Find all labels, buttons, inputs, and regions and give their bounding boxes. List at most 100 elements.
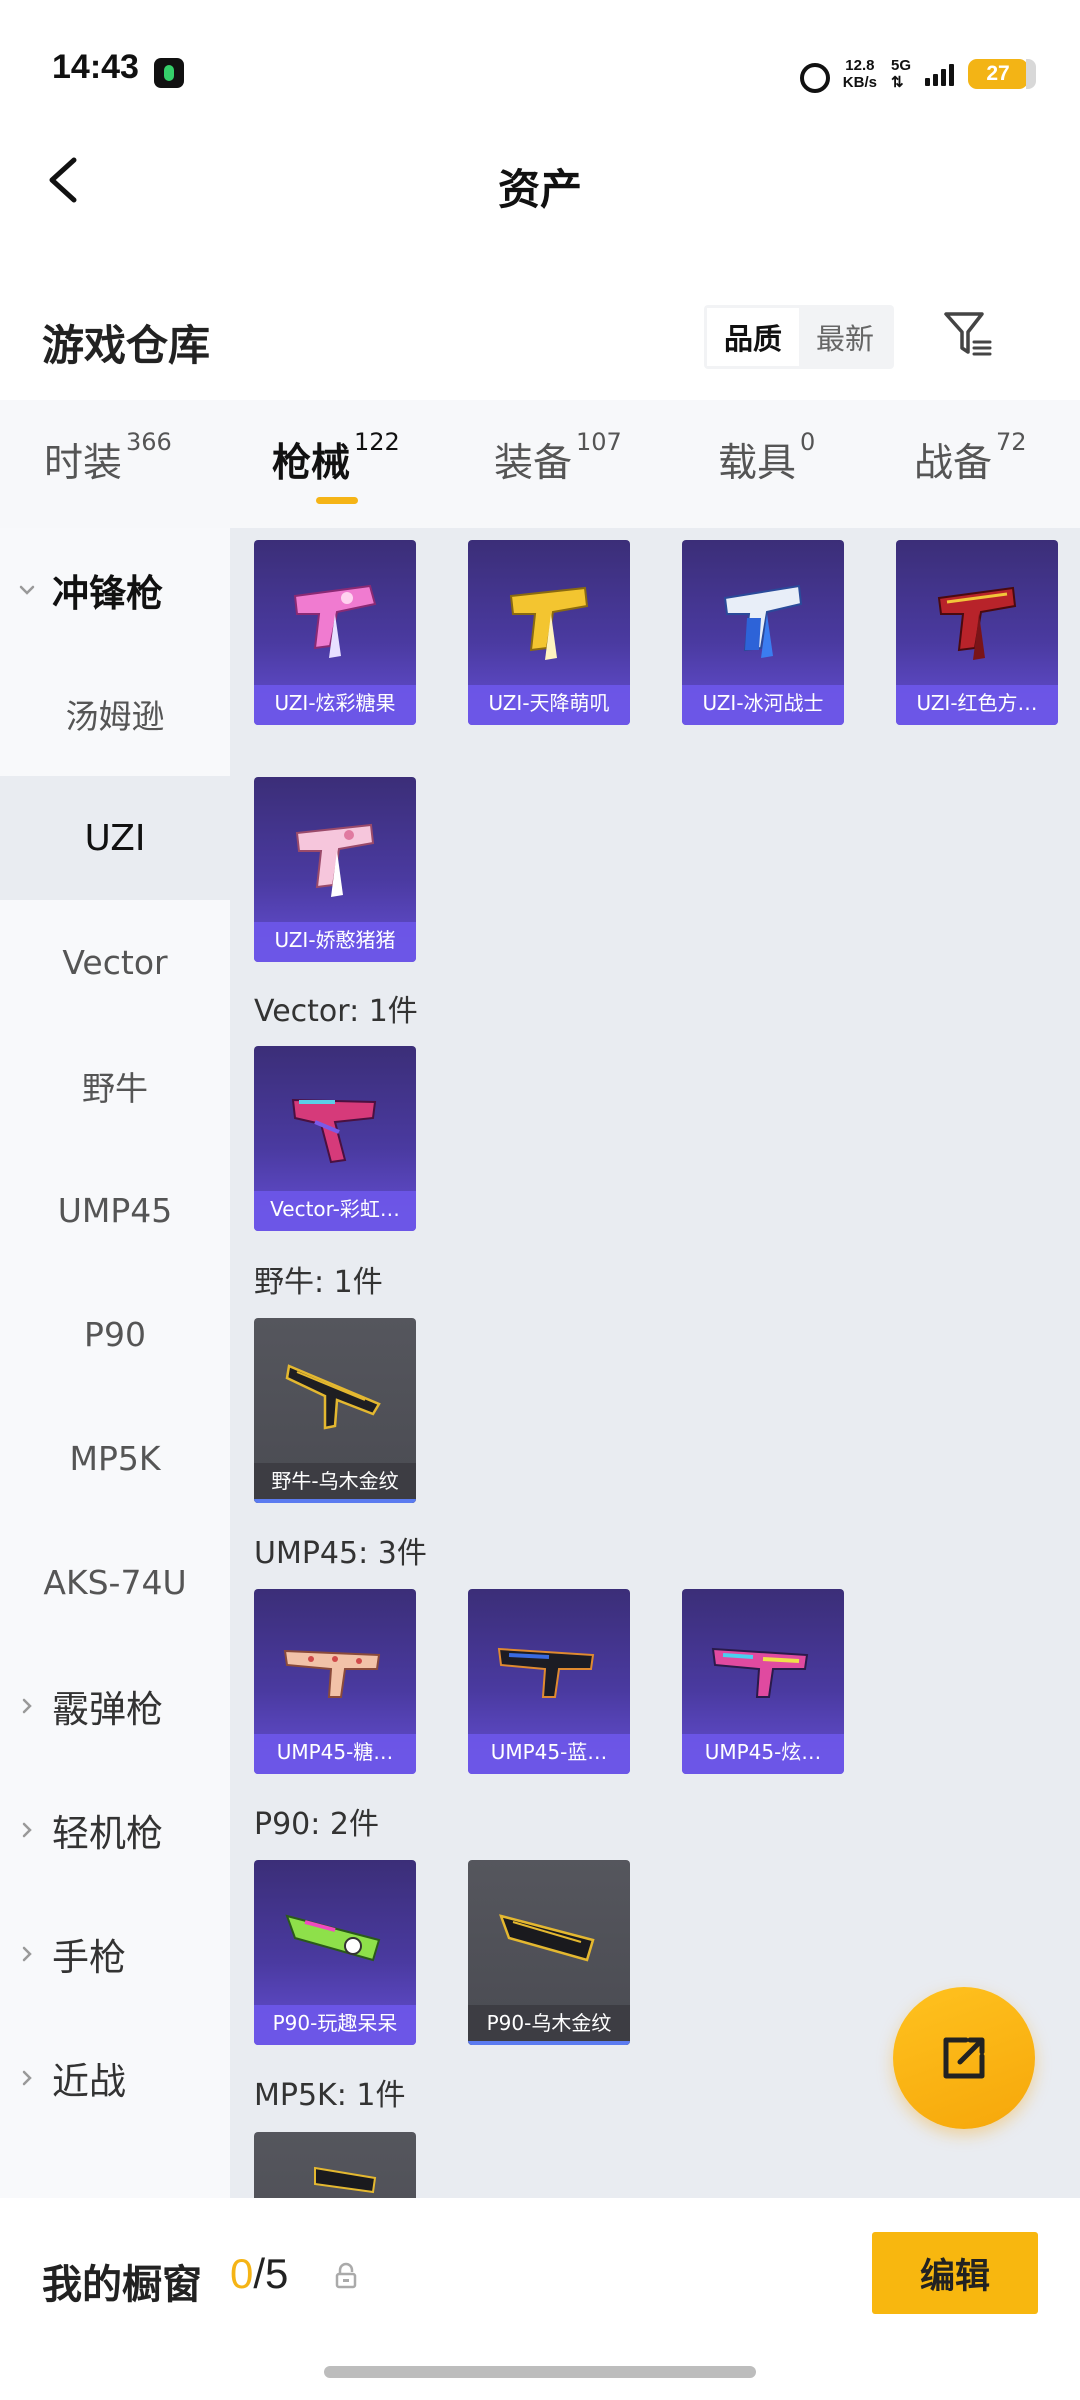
showcase-label: 我的橱窗 bbox=[42, 2262, 202, 2308]
item-name: P90-乌木金纹 bbox=[468, 2005, 630, 2045]
net-speed-value: 12.8 bbox=[845, 57, 875, 74]
showcase-current: 0 bbox=[230, 2250, 254, 2297]
nav-item-aks74u[interactable]: AKS-74U bbox=[0, 1520, 230, 1644]
nav-label: 冲锋枪 bbox=[52, 572, 163, 615]
smg-skin-image bbox=[497, 1647, 595, 1698]
item-name: P90-玩趣呆呆 bbox=[254, 2005, 416, 2045]
tab-label: 装备 bbox=[494, 441, 573, 486]
share-external-icon bbox=[943, 2037, 985, 2079]
nav-label: MP5K bbox=[69, 1438, 161, 1478]
item-card[interactable]: UZI-娇憨猪猪 bbox=[254, 777, 416, 962]
item-name: UZI-天降萌叽 bbox=[468, 685, 630, 725]
smg-skin-image bbox=[291, 1098, 377, 1164]
alarm-icon bbox=[795, 57, 830, 93]
tab-equipment[interactable]: 装备 107 bbox=[494, 428, 622, 492]
sort-newest-button[interactable]: 最新 bbox=[799, 308, 891, 366]
share-button[interactable] bbox=[893, 1987, 1035, 2129]
item-name: UZI-红色方… bbox=[896, 685, 1058, 725]
section-title: 游戏仓库 bbox=[42, 321, 211, 370]
item-name: UMP45-蓝… bbox=[468, 1734, 630, 1774]
smg-skin-image bbox=[285, 1364, 381, 1430]
nav-item-p90[interactable]: P90 bbox=[0, 1272, 230, 1396]
smg-skin-image bbox=[711, 1647, 809, 1698]
tab-fashion[interactable]: 时装 366 bbox=[44, 428, 172, 492]
edit-button[interactable]: 编辑 bbox=[872, 2232, 1038, 2314]
smg-skin-image bbox=[285, 1914, 381, 1962]
nav-label: 轻机枪 bbox=[52, 1812, 163, 1855]
tab-firearms[interactable]: 枪械 122 bbox=[272, 428, 400, 492]
tab-tactical[interactable]: 战备 72 bbox=[914, 428, 1027, 492]
status-icons: 12.8 KB/s 5G ⇅ 27 bbox=[795, 52, 1036, 96]
tab-label: 枪械 bbox=[272, 441, 351, 486]
chevron-right-icon bbox=[22, 2070, 32, 2086]
tab-count: 72 bbox=[996, 428, 1027, 456]
net-speed-unit: KB/s bbox=[842, 74, 877, 91]
nav-group-melee[interactable]: 近战 bbox=[0, 2016, 230, 2140]
item-card[interactable]: 野牛-乌木金纹 bbox=[254, 1318, 416, 1503]
nav-item-ump45[interactable]: UMP45 bbox=[0, 1148, 230, 1272]
lock-icon bbox=[335, 2262, 357, 2289]
item-card[interactable] bbox=[254, 2132, 416, 2198]
smg-skin-image bbox=[937, 586, 1017, 660]
signal-icon bbox=[925, 62, 954, 86]
item-card[interactable]: UMP45-糖… bbox=[254, 1589, 416, 1774]
status-bar: 14:43 12.8 KB/s 5G ⇅ 27 bbox=[0, 0, 1080, 140]
nav-group-lmg[interactable]: 轻机枪 bbox=[0, 1768, 230, 1892]
smg-skin-image bbox=[293, 584, 377, 658]
item-name: Vector-彩虹… bbox=[254, 1191, 416, 1231]
network-label: 5G bbox=[890, 57, 911, 74]
item-name: UZI-娇憨猪猪 bbox=[254, 922, 416, 962]
tab-label: 战备 bbox=[914, 441, 993, 486]
data-arrows-icon: ⇅ bbox=[890, 74, 904, 91]
item-card[interactable]: UMP45-炫… bbox=[682, 1589, 844, 1774]
chevron-right-icon bbox=[22, 1822, 32, 1838]
item-card[interactable]: Vector-彩虹… bbox=[254, 1046, 416, 1231]
item-card[interactable]: UZI-红色方… bbox=[896, 540, 1058, 725]
tab-vehicles[interactable]: 载具 0 bbox=[718, 428, 815, 492]
item-card[interactable]: P90-乌木金纹 bbox=[468, 1860, 630, 2045]
tab-count: 107 bbox=[576, 428, 622, 456]
item-card[interactable]: UMP45-蓝… bbox=[468, 1589, 630, 1774]
item-card[interactable]: UZI-冰河战士 bbox=[682, 540, 844, 725]
chevron-right-icon bbox=[22, 1946, 32, 1962]
nav-label: 霰弹枪 bbox=[52, 1688, 163, 1731]
nav-item-mp5k[interactable]: MP5K bbox=[0, 1396, 230, 1520]
app-screen: 14:43 12.8 KB/s 5G ⇅ 27 资产 游戏仓库 品质 最新 时装… bbox=[0, 0, 1080, 2400]
weapon-category-sidebar: 冲锋枪 汤姆逊 UZI Vector 野牛 UMP45 P90 MP5K AKS… bbox=[0, 528, 230, 2198]
group-label-bison: 野牛: 1件 bbox=[254, 1265, 383, 1300]
smg-skin-image bbox=[499, 1914, 595, 1962]
tab-label: 载具 bbox=[718, 441, 797, 486]
smg-skin-image bbox=[283, 1649, 381, 1698]
nav-label: 近战 bbox=[52, 2060, 126, 2103]
nav-item-bison[interactable]: 野牛 bbox=[0, 1024, 230, 1148]
nav-label: 汤姆逊 bbox=[65, 697, 165, 736]
chevron-right-icon bbox=[22, 1698, 32, 1714]
item-name: UZI-冰河战士 bbox=[682, 685, 844, 725]
sort-quality-button[interactable]: 品质 bbox=[707, 308, 799, 366]
home-indicator[interactable] bbox=[324, 2366, 756, 2378]
sort-toggle: 品质 最新 bbox=[704, 305, 894, 369]
nav-label: 野牛 bbox=[82, 1069, 148, 1108]
item-card[interactable]: UZI-天降萌叽 bbox=[468, 540, 630, 725]
nav-group-shotgun[interactable]: 霰弹枪 bbox=[0, 1644, 230, 1768]
showcase-total: /5 bbox=[253, 2250, 289, 2297]
item-name: 野牛-乌木金纹 bbox=[254, 1463, 416, 1503]
nav-group-pistol[interactable]: 手枪 bbox=[0, 1892, 230, 2016]
smg-skin-image bbox=[723, 584, 803, 658]
item-name: UMP45-糖… bbox=[254, 1734, 416, 1774]
nav-item-uzi[interactable]: UZI bbox=[0, 776, 230, 900]
nav-label: UMP45 bbox=[57, 1190, 173, 1230]
active-tab-indicator bbox=[316, 497, 358, 504]
item-card[interactable]: UZI-炫彩糖果 bbox=[254, 540, 416, 725]
item-card[interactable]: P90-玩趣呆呆 bbox=[254, 1860, 416, 2045]
tab-count: 122 bbox=[354, 428, 400, 456]
nav-item-vector[interactable]: Vector bbox=[0, 900, 230, 1024]
app-notification-icon bbox=[154, 58, 184, 88]
group-label-ump45: UMP45: 3件 bbox=[254, 1536, 427, 1571]
filter-icon[interactable] bbox=[940, 306, 996, 362]
nav-item-thompson[interactable]: 汤姆逊 bbox=[0, 652, 230, 776]
tab-count: 366 bbox=[126, 428, 172, 456]
nav-label: UZI bbox=[84, 817, 146, 859]
nav-group-smg[interactable]: 冲锋枪 bbox=[0, 528, 230, 652]
nav-label: Vector bbox=[62, 942, 168, 982]
